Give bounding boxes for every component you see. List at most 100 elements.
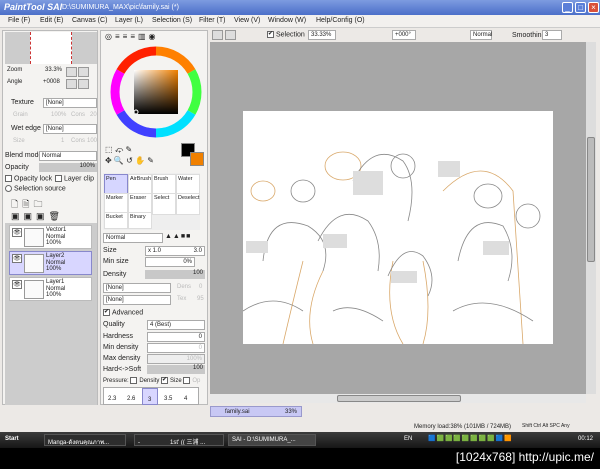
layer-thumbnail [24,254,44,273]
blend-mode-toolbar[interactable]: Normal [470,30,492,40]
tool-panel: ◎≡≡≡▥◉ ⬚ ⤽ ✎ ✥ 🔍 ↺ ✋ ✎ Pen AirBrush Brush… [100,30,208,405]
navigator-preview[interactable] [5,32,97,64]
min-density-label: Min density [103,344,139,351]
blend-mode-select[interactable]: Normal [39,151,97,161]
hardness-field[interactable]: 0 [147,332,205,342]
pressure-row: Pressure: Density ✔ Size Op [103,377,200,384]
zoom-value[interactable]: 33.3% [45,67,62,73]
menu-layer[interactable]: Layer (L) [115,17,143,24]
menu-view[interactable]: View (V) [234,17,260,24]
menu-file[interactable]: File (F) [8,17,30,24]
selection-label: Selection [276,31,305,39]
zoom-field[interactable]: 33.33% [308,30,336,40]
pressure-opacity-label: Op [192,378,201,385]
size-preset-selected[interactable]: 3 [142,388,158,405]
pressure-size-checkbox[interactable]: ✔ [161,377,169,384]
color-wheel[interactable] [109,45,203,139]
eye-icon[interactable]: 👁 [12,280,22,289]
quality-select[interactable]: 4 (Best) [147,320,205,330]
size-preset[interactable]: 2.6 [127,396,135,402]
hard-soft-slider[interactable]: 100 [147,365,205,374]
min-size-field[interactable]: 0% [145,257,195,267]
minimize-button[interactable]: _ [562,2,573,13]
layer-actions-row2[interactable]: ▣▣▣🗑 [11,211,64,222]
angle-field[interactable]: +000° [392,30,416,40]
document-tab[interactable]: family.sai 33% [210,406,302,417]
size-preset[interactable]: 3.5 [164,396,172,402]
watermark: [1024x768] http://upic.me/ [455,450,594,464]
key-spc: SPC [549,423,560,429]
menu-filter[interactable]: Filter (T) [199,17,225,24]
zoom-in-button[interactable] [78,67,89,77]
color-mode-tabs[interactable]: ◎≡≡≡▥◉ [105,32,159,41]
zoom-label: Zoom [7,67,23,73]
secondary-color-swatch[interactable] [190,152,204,166]
start-button[interactable]: Start [2,434,22,446]
max-density-field[interactable]: 100% [147,354,205,364]
selection-tools[interactable]: ⬚ ⤽ ✎ ✥ 🔍 ↺ ✋ ✎ [105,144,154,166]
brush-bucket[interactable]: Bucket [104,212,128,229]
opacity-lock-checkbox[interactable]: Opacity lock [5,175,52,182]
menu-canvas[interactable]: Canvas (C) [72,17,107,24]
layer-item-vector1[interactable]: 👁 Vector1 Normal 100% [9,225,92,249]
eye-icon[interactable]: 👁 [12,228,22,237]
min-density-field[interactable]: 0 [147,343,205,353]
redo-button[interactable] [225,30,236,40]
size-preset[interactable]: 2.3 [108,396,116,402]
menu-selection[interactable]: Selection (S) [152,17,192,24]
advanced-checkbox[interactable]: ✔ Advanced [103,309,143,316]
rotate-left-button[interactable] [66,79,77,89]
density-slider[interactable]: 100 [145,270,205,279]
wet-edge-select[interactable]: [None] [43,124,97,134]
size-preset[interactable]: 4 [184,396,187,402]
size-field[interactable]: x 1.0 3.0 [145,246,205,256]
zoom-out-button[interactable] [66,67,77,77]
layer-opacity: 100% [46,240,62,246]
layer-list: 👁 Vector1 Normal 100% 👁 Layer2 Normal 100% 👁 La… [5,223,97,405]
menu-edit[interactable]: Edit (E) [40,17,63,24]
taskbar-item-browser[interactable]: Manga-ดังตนคุณภาพ... [44,434,126,446]
brush-select[interactable]: Select [152,193,176,215]
brush-binary[interactable]: Binary [128,212,152,229]
vertical-scrollbar[interactable] [586,42,596,394]
horizontal-scroll-thumb[interactable] [337,395,461,402]
menu-window[interactable]: Window (W) [268,17,306,24]
close-button[interactable]: × [588,2,599,13]
taskbar-item-player[interactable]: - 1st' (( 三浦 ... [134,434,224,446]
angle-value[interactable]: +0008 [43,79,60,85]
layer-clip-checkbox[interactable]: Layer clip [55,175,94,182]
tex-value: 95 [197,296,204,302]
selection-source-radio[interactable]: Selection source [5,185,66,192]
language-indicator[interactable]: EN [404,436,412,442]
pressure-opacity-checkbox[interactable] [183,377,191,384]
song-title: 1st' (( 三浦 ... [170,440,206,446]
vertical-scroll-thumb[interactable] [587,137,595,262]
eye-icon[interactable]: 👁 [12,254,22,263]
taskbar: Start Manga-ดังตนคุณภาพ... - 1st' (( 三浦 .… [0,432,600,448]
tray-icons[interactable]: 🟦🟩🟩🟩🟩🟩🟩🟩🟦🟧 [428,435,513,442]
maximize-button[interactable]: □ [575,2,586,13]
horizontal-scrollbar[interactable] [210,394,586,403]
taskbar-item-sai[interactable]: SAI - D:\SUMIMURA_... [228,434,316,446]
size-multiplier[interactable]: x 1.0 [148,248,161,254]
brush-mode-select[interactable]: Normal [103,233,163,243]
pressure-density-checkbox[interactable] [130,377,138,384]
undo-button[interactable] [212,30,223,40]
clock: 00:12 [578,436,594,442]
layer-item-layer1[interactable]: 👁 Layer1 Normal 100% [9,277,92,301]
layer-item-layer2[interactable]: 👁 Layer2 Normal 100% [9,251,92,275]
brush-grid: Pen AirBrush Brush Water Marker Eraser S… [103,173,200,230]
canvas-area[interactable] [210,42,596,394]
canvas-artwork[interactable] [243,111,553,344]
menu-help[interactable]: Help/Config (O) [316,17,365,24]
brush-shape-buttons[interactable]: ▲▲■■ [165,233,191,240]
brush-shape-select[interactable]: [None] [103,283,171,293]
brush-texture-select[interactable]: [None] [103,295,171,305]
brush-deselect[interactable]: Deselect [176,193,200,215]
selection-toggle[interactable]: ✔ Selection [267,31,305,38]
blend-mode-label: Blend mode [5,152,43,159]
rotate-right-button[interactable] [78,79,89,89]
texture-select[interactable]: [None] [43,98,97,108]
smoothing-field[interactable]: 3 [542,30,562,40]
opacity-slider[interactable]: 100% [39,163,97,172]
